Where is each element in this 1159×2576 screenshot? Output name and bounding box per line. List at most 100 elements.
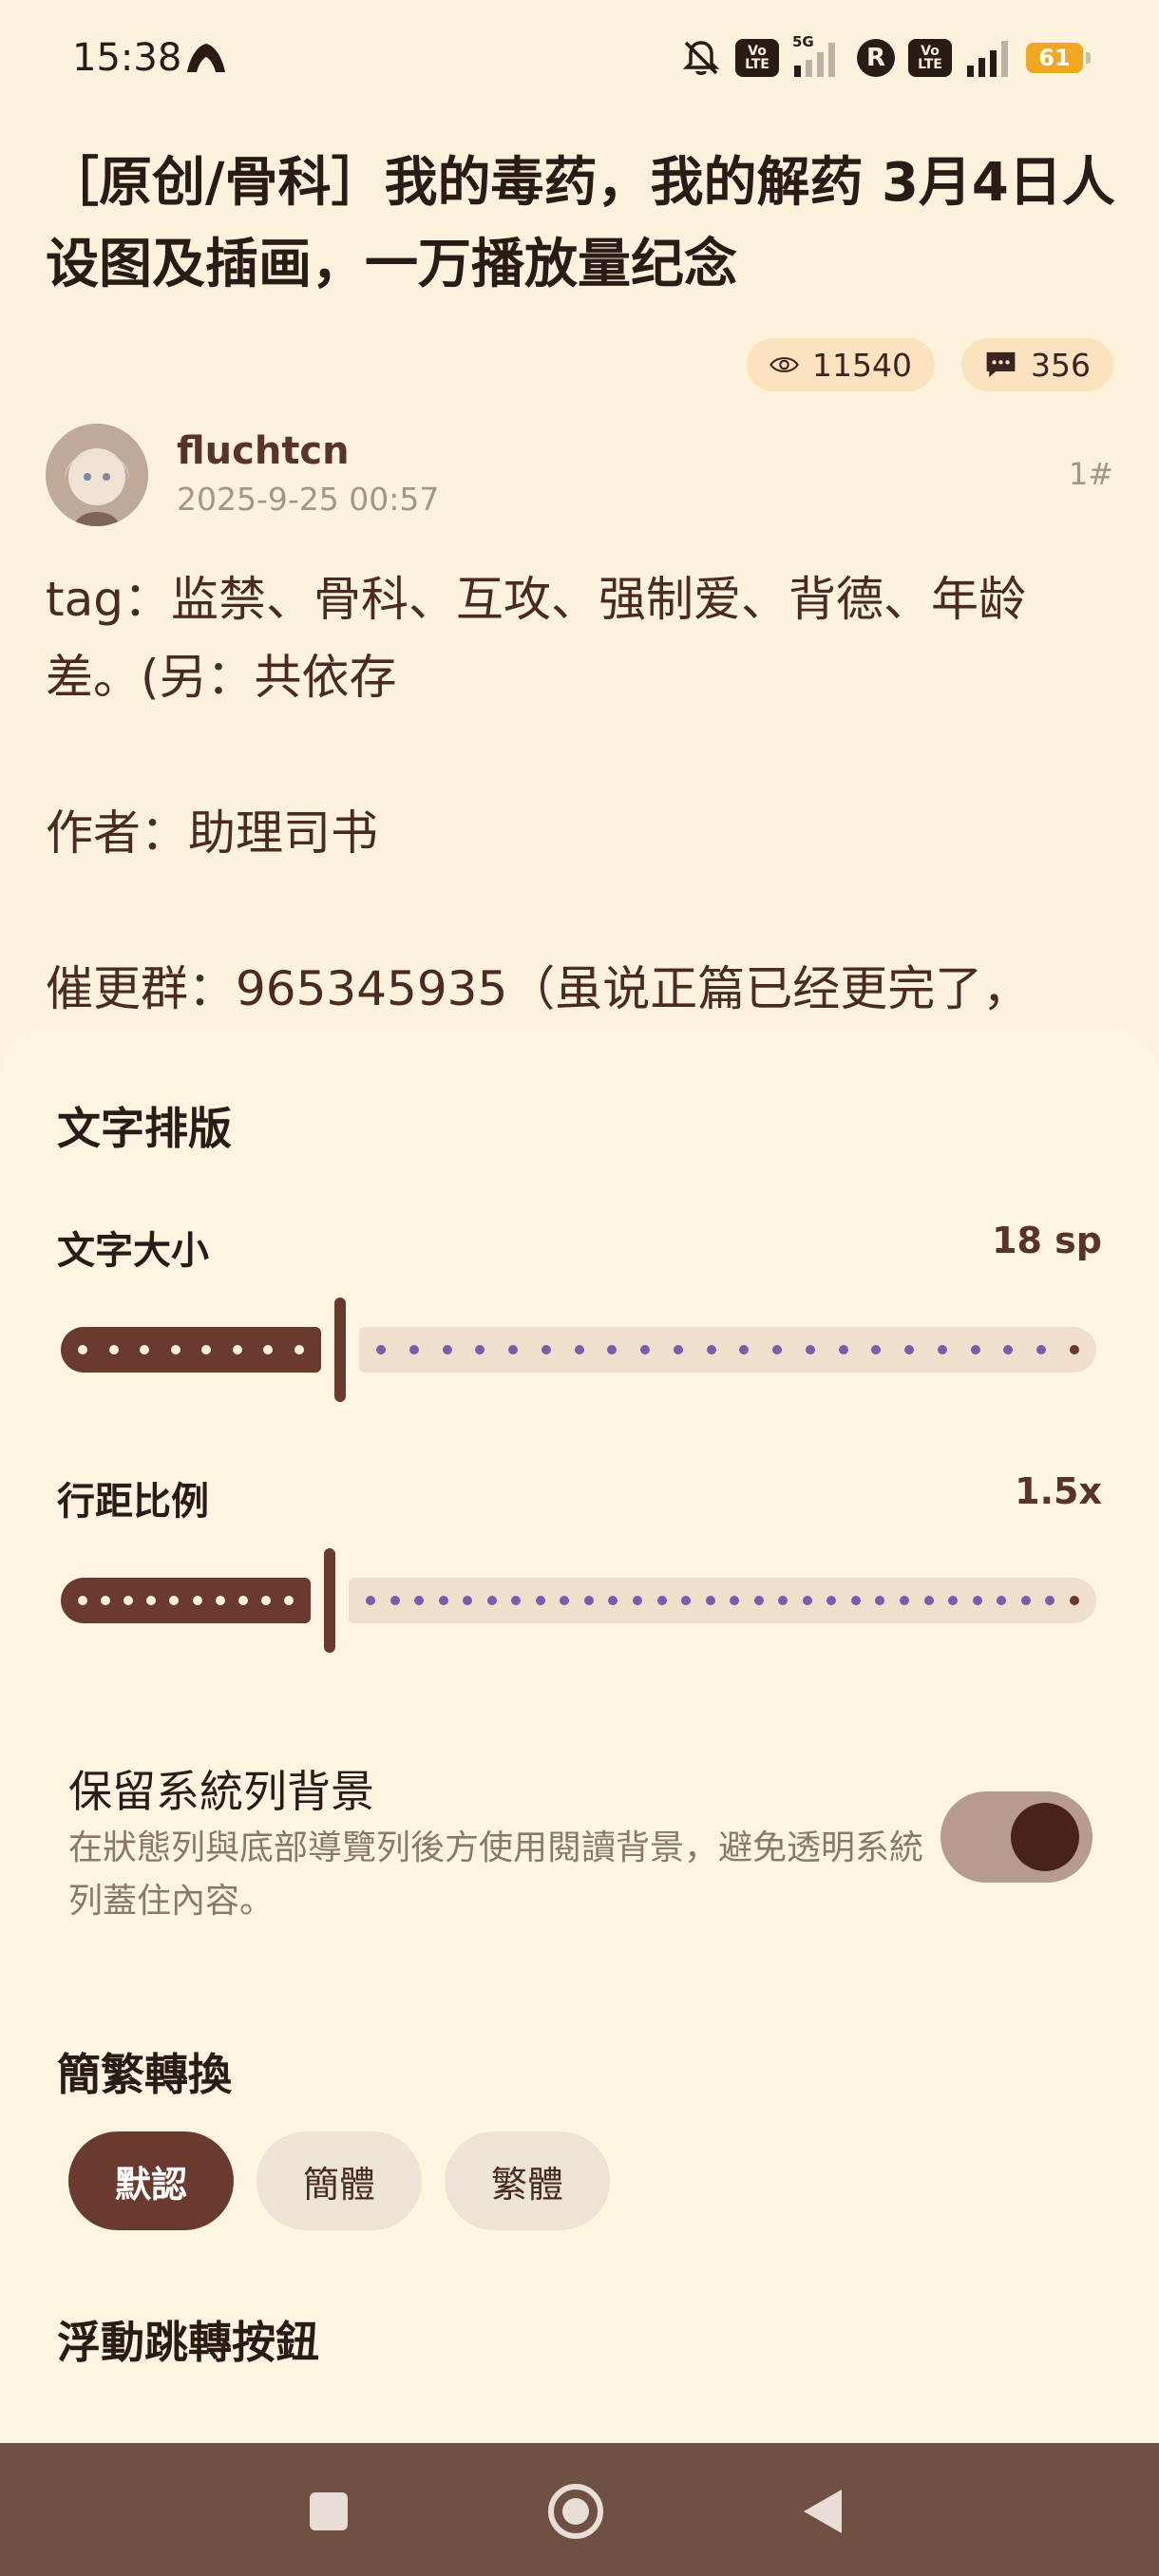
slider-tick-dot <box>108 1345 119 1354</box>
slider-tick-dot <box>146 1596 157 1605</box>
font-size-slider[interactable] <box>61 1297 1096 1402</box>
post-date: 2025-9-25 00:57 <box>177 481 440 518</box>
slider-tick-dot <box>260 1596 271 1605</box>
slider-tick-dot <box>511 1596 522 1605</box>
body-line: 催更群：965345935（虽说正篇已经更完了， <box>46 961 1031 1016</box>
conversion-options: 默認 簡體 繁體 <box>68 2131 610 2230</box>
author-name[interactable]: fluchtcn <box>177 429 350 473</box>
post-body: tag：监禁、骨科、互攻、强制爱、背德、年龄差。(另：共依存 作者：助理司书 催… <box>46 560 1119 1028</box>
line-spacing-slider[interactable] <box>61 1548 1096 1653</box>
volte-badge: Vo LTE <box>735 39 779 77</box>
toggle-knob <box>1011 1803 1079 1871</box>
slider-tick-dot <box>201 1345 212 1354</box>
status-time: 15:38 <box>72 36 182 80</box>
post-title: ［原创/骨科］我的毒药，我的解药 3月4日人设图及插画，一万播放量纪念 <box>46 152 1115 295</box>
avatar[interactable] <box>46 424 148 526</box>
slider-tick-dot <box>192 1596 202 1605</box>
home-button[interactable] <box>545 2481 606 2542</box>
slider-tick-dot <box>997 1596 1007 1605</box>
slider-tick-dot <box>560 1596 570 1605</box>
status-icons: Vo LTE 5G R Vo LTE 61 <box>680 33 1091 82</box>
slider-tick-dot <box>366 1596 375 1605</box>
font-size-label: 文字大小 <box>57 1229 209 1273</box>
signal-icon <box>967 41 1008 77</box>
slider-tick-dot <box>1036 1345 1046 1354</box>
slider-tick-dot <box>232 1345 242 1354</box>
slider-tick-dot <box>826 1596 837 1605</box>
slider-tick-dot <box>1045 1596 1055 1605</box>
slider-tick-dot <box>408 1345 419 1354</box>
floor-number: 1# <box>1068 456 1113 492</box>
slider-tick-dot <box>1069 1345 1079 1354</box>
slider-tick-dot <box>706 1345 716 1354</box>
views-count: 11540 <box>812 346 912 384</box>
slider-tick-dot <box>850 1596 861 1605</box>
mute-bell-icon <box>682 41 720 75</box>
status-bar: 15:38 Vo LTE 5G R Vo LTE 61 <box>0 0 1159 114</box>
slider-tick-dot <box>937 1345 947 1354</box>
keep-system-bg-toggle[interactable] <box>940 1791 1092 1883</box>
body-line: 作者：助理司书 <box>46 805 378 861</box>
chip-traditional[interactable]: 繁體 <box>445 2131 610 2230</box>
slider-tick-dot <box>730 1596 740 1605</box>
line-spacing-label: 行距比例 <box>57 1480 209 1524</box>
slider-tick-dot <box>263 1345 274 1354</box>
slider-tick-dot <box>1020 1596 1031 1605</box>
slider-tick-dot <box>438 1596 448 1605</box>
line-spacing-value: 1.5x <box>1015 1470 1102 1512</box>
slider-tick-dot <box>739 1345 750 1354</box>
slider-tick-dot <box>1069 1596 1079 1605</box>
chip-default[interactable]: 默認 <box>68 2131 234 2230</box>
slider-handle[interactable] <box>324 1548 335 1653</box>
slider-tick-dot <box>101 1596 111 1605</box>
slider-tick-dot <box>948 1596 959 1605</box>
slider-tick-dot <box>463 1596 473 1605</box>
back-triangle-nav-icon <box>804 2490 842 2533</box>
slider-tick-dot <box>972 1596 982 1605</box>
eye-icon <box>770 357 799 372</box>
battery-indicator: 61 <box>1026 43 1091 73</box>
slider-tick-dot <box>283 1596 294 1605</box>
back-button[interactable] <box>792 2481 853 2542</box>
slider-tick-dot <box>78 1596 87 1605</box>
slider-tick-dot <box>871 1345 882 1354</box>
slider-inactive-track <box>349 1578 1096 1623</box>
slider-tick-dot <box>900 1596 910 1605</box>
slider-tick-dot <box>1003 1345 1014 1354</box>
keep-system-bg-description: 在狀態列與底部導覽列後方使用閱讀背景，避免透明系統列蓋住內容。 <box>68 1828 924 1921</box>
slider-tick-dot <box>705 1596 715 1605</box>
keep-system-bg-title: 保留系統列背景 <box>68 1766 374 1817</box>
chip-simplified[interactable]: 簡體 <box>256 2131 422 2230</box>
slider-tick-dot <box>753 1596 764 1605</box>
slider-tick-dot <box>640 1345 650 1354</box>
views-pill: 11540 <box>747 338 935 391</box>
slider-tick-dot <box>442 1345 452 1354</box>
comments-count: 356 <box>1031 346 1091 384</box>
slider-active-track <box>61 1578 311 1623</box>
slider-tick-dot <box>802 1596 812 1605</box>
slider-tick-dot <box>778 1596 788 1605</box>
home-circle-nav-icon <box>548 2484 603 2539</box>
slider-tick-dot <box>875 1596 885 1605</box>
slider-tick-dot <box>170 1345 180 1354</box>
slider-tick-dot <box>656 1596 667 1605</box>
font-size-value: 18 sp <box>992 1220 1102 1261</box>
slider-tick-dot <box>673 1345 683 1354</box>
slider-tick-dot <box>414 1596 425 1605</box>
recents-button[interactable] <box>298 2481 359 2542</box>
slider-tick-dot <box>904 1345 914 1354</box>
navigation-bar <box>0 2443 1159 2576</box>
slider-tick-dot <box>607 1345 618 1354</box>
layout-section-title: 文字排版 <box>57 1103 232 1154</box>
slider-handle[interactable] <box>334 1297 346 1402</box>
slider-tick-dot <box>124 1596 134 1605</box>
comments-pill[interactable]: 356 <box>961 338 1113 391</box>
slider-tick-dot <box>215 1596 225 1605</box>
body-line: tag：监禁、骨科、互攻、强制爱、背德、年龄差。(另：共依存 <box>46 572 1026 705</box>
slider-tick-dot <box>541 1345 551 1354</box>
slider-tick-dot <box>608 1596 618 1605</box>
slider-tick-dot <box>838 1345 848 1354</box>
signal-icon: 5G <box>792 33 844 79</box>
slider-inactive-track <box>359 1327 1096 1373</box>
floating-button-section-title: 浮動跳轉按鈕 <box>57 2317 319 2368</box>
